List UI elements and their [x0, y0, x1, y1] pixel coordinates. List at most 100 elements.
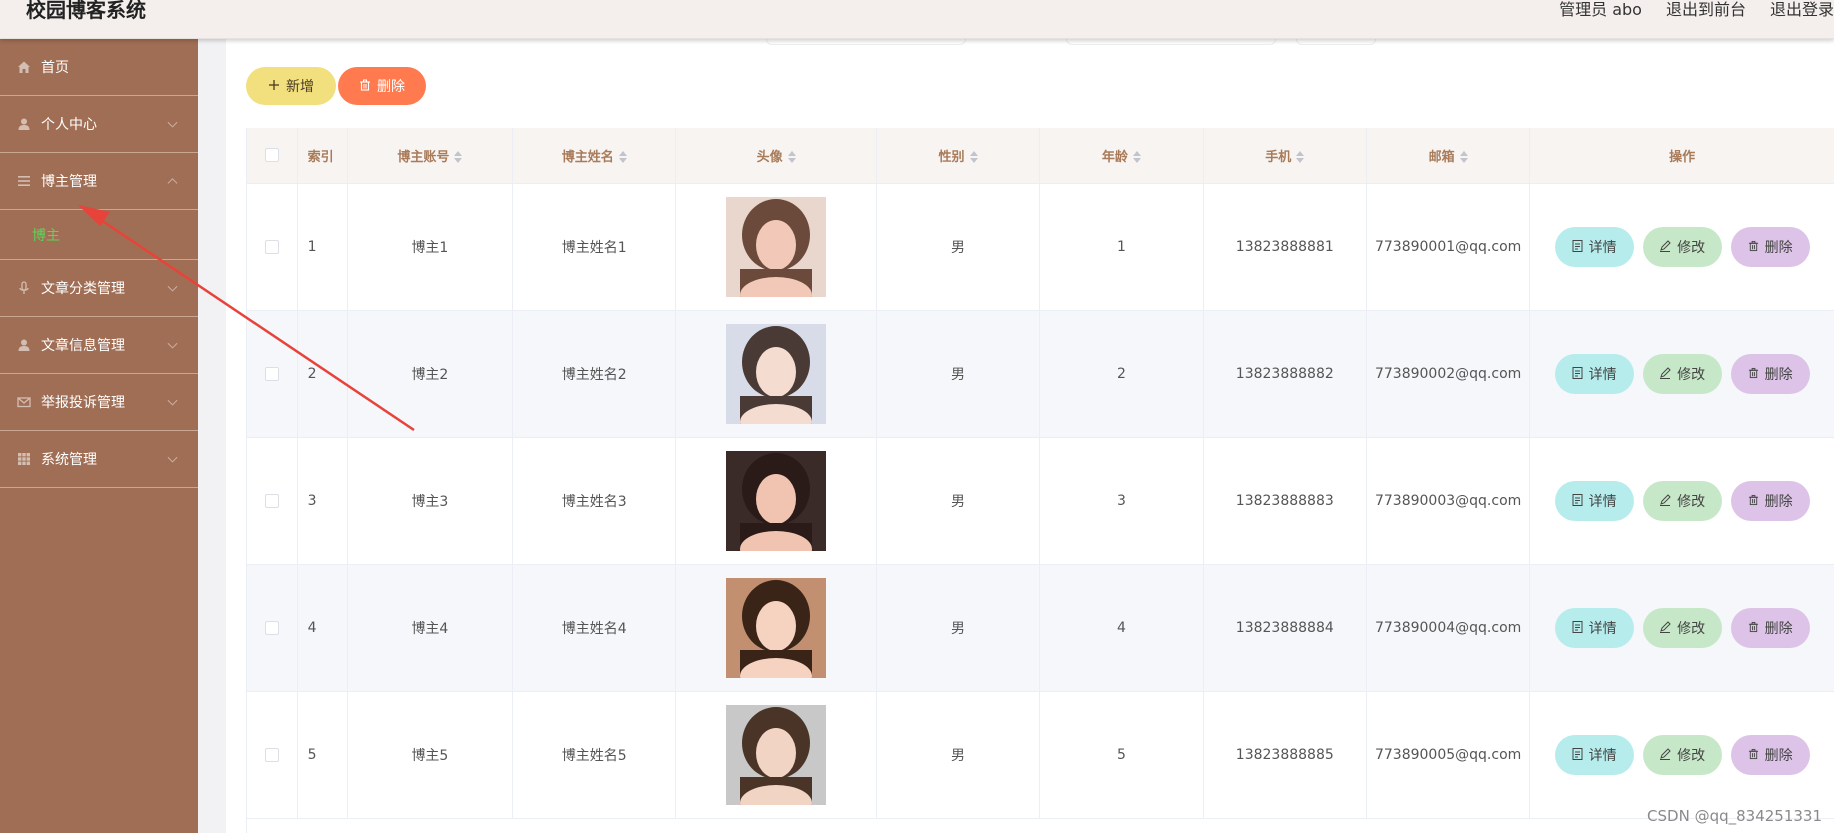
document-icon — [1572, 620, 1583, 636]
edit-button[interactable]: 修改 — [1642, 226, 1722, 267]
user-icon — [16, 337, 32, 353]
phone-cell: 13823888882 — [1203, 310, 1367, 438]
column-header-avatar[interactable]: 头像 — [675, 128, 877, 184]
trash-icon — [1748, 747, 1759, 763]
detail-button-label: 详情 — [1588, 238, 1617, 255]
sidebar-item-home[interactable]: 首页 — [0, 39, 198, 96]
column-header-age[interactable]: 年龄 — [1039, 128, 1204, 184]
edit-button[interactable]: 修改 — [1642, 480, 1722, 521]
row-delete-button[interactable]: 删除 — [1730, 607, 1810, 648]
sort-icon[interactable] — [618, 151, 627, 164]
row-checkbox[interactable] — [264, 620, 279, 635]
document-icon — [1572, 366, 1583, 382]
edit-icon — [1659, 366, 1671, 382]
avatar[interactable] — [726, 450, 827, 551]
blogger-table: 索引 博主账号 博主姓名 头像 性别 年龄 手机 邮箱 操作 1 博主1 博主姓… — [246, 128, 1834, 833]
sidebar-item-report-complaint[interactable]: 举报投诉管理 — [0, 374, 198, 431]
detail-button[interactable]: 详情 — [1554, 480, 1634, 521]
row-checkbox[interactable] — [264, 366, 279, 381]
phone-cell: 13823888883 — [1203, 437, 1367, 565]
row-checkbox[interactable] — [264, 493, 279, 508]
email-cell: 773890003@qq.com — [1366, 437, 1531, 565]
top-bar: 校园博客系统 管理员 abo 退出到前台 退出登录 — [0, 0, 1834, 39]
row-actions: 详情 修改 删除 — [1530, 734, 1834, 775]
edit-button[interactable]: 修改 — [1642, 734, 1722, 775]
sidebar-item-system[interactable]: 系统管理 — [0, 431, 198, 488]
gender-cell: 男 — [876, 183, 1041, 311]
row-delete-button[interactable]: 删除 — [1730, 226, 1810, 267]
sort-icon[interactable] — [1132, 151, 1141, 164]
row-delete-button-label: 删除 — [1764, 492, 1793, 509]
column-header-account[interactable]: 博主账号 — [347, 128, 514, 184]
detail-button[interactable]: 详情 — [1554, 734, 1634, 775]
sidebar: 首页 个人中心 博主管理 博主 文章分类管理 文章信息管理 举报投诉管理 系统管… — [0, 39, 198, 833]
gender-cell: 男 — [876, 437, 1041, 565]
edit-button-label: 修改 — [1677, 365, 1706, 382]
trash-icon — [1748, 239, 1759, 255]
batch-delete-button[interactable]: 删除 — [338, 67, 426, 105]
edit-button[interactable]: 修改 — [1642, 353, 1722, 394]
chevron-down-icon — [167, 395, 178, 406]
row-delete-button[interactable]: 删除 — [1730, 734, 1810, 775]
column-header-gender[interactable]: 性别 — [876, 128, 1041, 184]
row-checkbox[interactable] — [264, 747, 279, 762]
avatar[interactable] — [726, 704, 827, 805]
sidebar-gutter — [198, 39, 226, 833]
add-button[interactable]: 新增 — [246, 67, 336, 105]
edit-icon — [1659, 493, 1671, 509]
column-header-email[interactable]: 邮箱 — [1366, 128, 1531, 184]
row-delete-button[interactable]: 删除 — [1730, 480, 1810, 521]
detail-button[interactable]: 详情 — [1554, 353, 1634, 394]
phone-cell: 13823888884 — [1203, 564, 1367, 692]
edit-button[interactable]: 修改 — [1642, 607, 1722, 648]
edit-icon — [1659, 620, 1671, 636]
actions-cell: 详情 修改 删除 — [1529, 183, 1834, 311]
detail-button[interactable]: 详情 — [1554, 607, 1634, 648]
row-actions: 详情 修改 删除 — [1530, 480, 1834, 521]
home-icon — [16, 59, 32, 75]
plus-icon — [268, 78, 280, 94]
account-cell: 博主2 — [347, 310, 514, 438]
sidebar-item-personal-center[interactable]: 个人中心 — [0, 96, 198, 153]
edit-button-label: 修改 — [1677, 238, 1706, 255]
table-row: 1 博主1 博主姓名1 男 1 13823888881 773890001@qq… — [247, 183, 1834, 311]
sort-icon[interactable] — [969, 151, 978, 164]
trash-icon — [1748, 620, 1759, 636]
table-header-row: 索引 博主账号 博主姓名 头像 性别 年龄 手机 邮箱 操作 — [247, 128, 1834, 184]
sidebar-item-label: 系统管理 — [41, 452, 97, 468]
submenu-item-blogger[interactable]: 博主 — [0, 210, 198, 260]
avatar-cell — [675, 691, 877, 819]
edit-button-label: 修改 — [1677, 619, 1706, 636]
avatar[interactable] — [726, 577, 827, 678]
index-cell: 4 — [297, 564, 348, 692]
detail-button[interactable]: 详情 — [1554, 226, 1634, 267]
trash-icon — [1748, 366, 1759, 382]
column-header-actions: 操作 — [1529, 128, 1834, 184]
row-select-cell — [247, 310, 298, 438]
gender-cell: 男 — [876, 691, 1041, 819]
column-header-label: 邮箱 — [1428, 149, 1455, 165]
phone-cell: 13823888881 — [1203, 183, 1367, 311]
sort-icon[interactable] — [1459, 151, 1468, 164]
edit-button-label: 修改 — [1677, 492, 1706, 509]
column-header-name[interactable]: 博主姓名 — [512, 128, 677, 184]
sort-icon[interactable] — [454, 151, 463, 164]
front-page-link[interactable]: 退出到前台 — [1666, 0, 1746, 20]
age-cell: 1 — [1039, 183, 1204, 311]
column-header-label: 年龄 — [1101, 149, 1128, 165]
sidebar-item-article-info[interactable]: 文章信息管理 — [0, 317, 198, 374]
row-checkbox[interactable] — [264, 239, 279, 254]
sidebar-item-article-category[interactable]: 文章分类管理 — [0, 260, 198, 317]
email-cell: 773890001@qq.com — [1366, 183, 1531, 311]
avatar[interactable] — [726, 196, 827, 297]
sidebar-item-blogger-management[interactable]: 博主管理 — [0, 153, 198, 210]
row-delete-button[interactable]: 删除 — [1730, 353, 1810, 394]
avatar[interactable] — [726, 323, 827, 424]
sort-icon[interactable] — [1296, 151, 1305, 164]
chevron-down-icon — [167, 452, 178, 463]
row-delete-button-label: 删除 — [1764, 619, 1793, 636]
sort-icon[interactable] — [787, 151, 796, 164]
column-header-phone[interactable]: 手机 — [1203, 128, 1367, 184]
select-all-checkbox[interactable] — [264, 148, 279, 163]
logout-link[interactable]: 退出登录 — [1770, 0, 1834, 20]
